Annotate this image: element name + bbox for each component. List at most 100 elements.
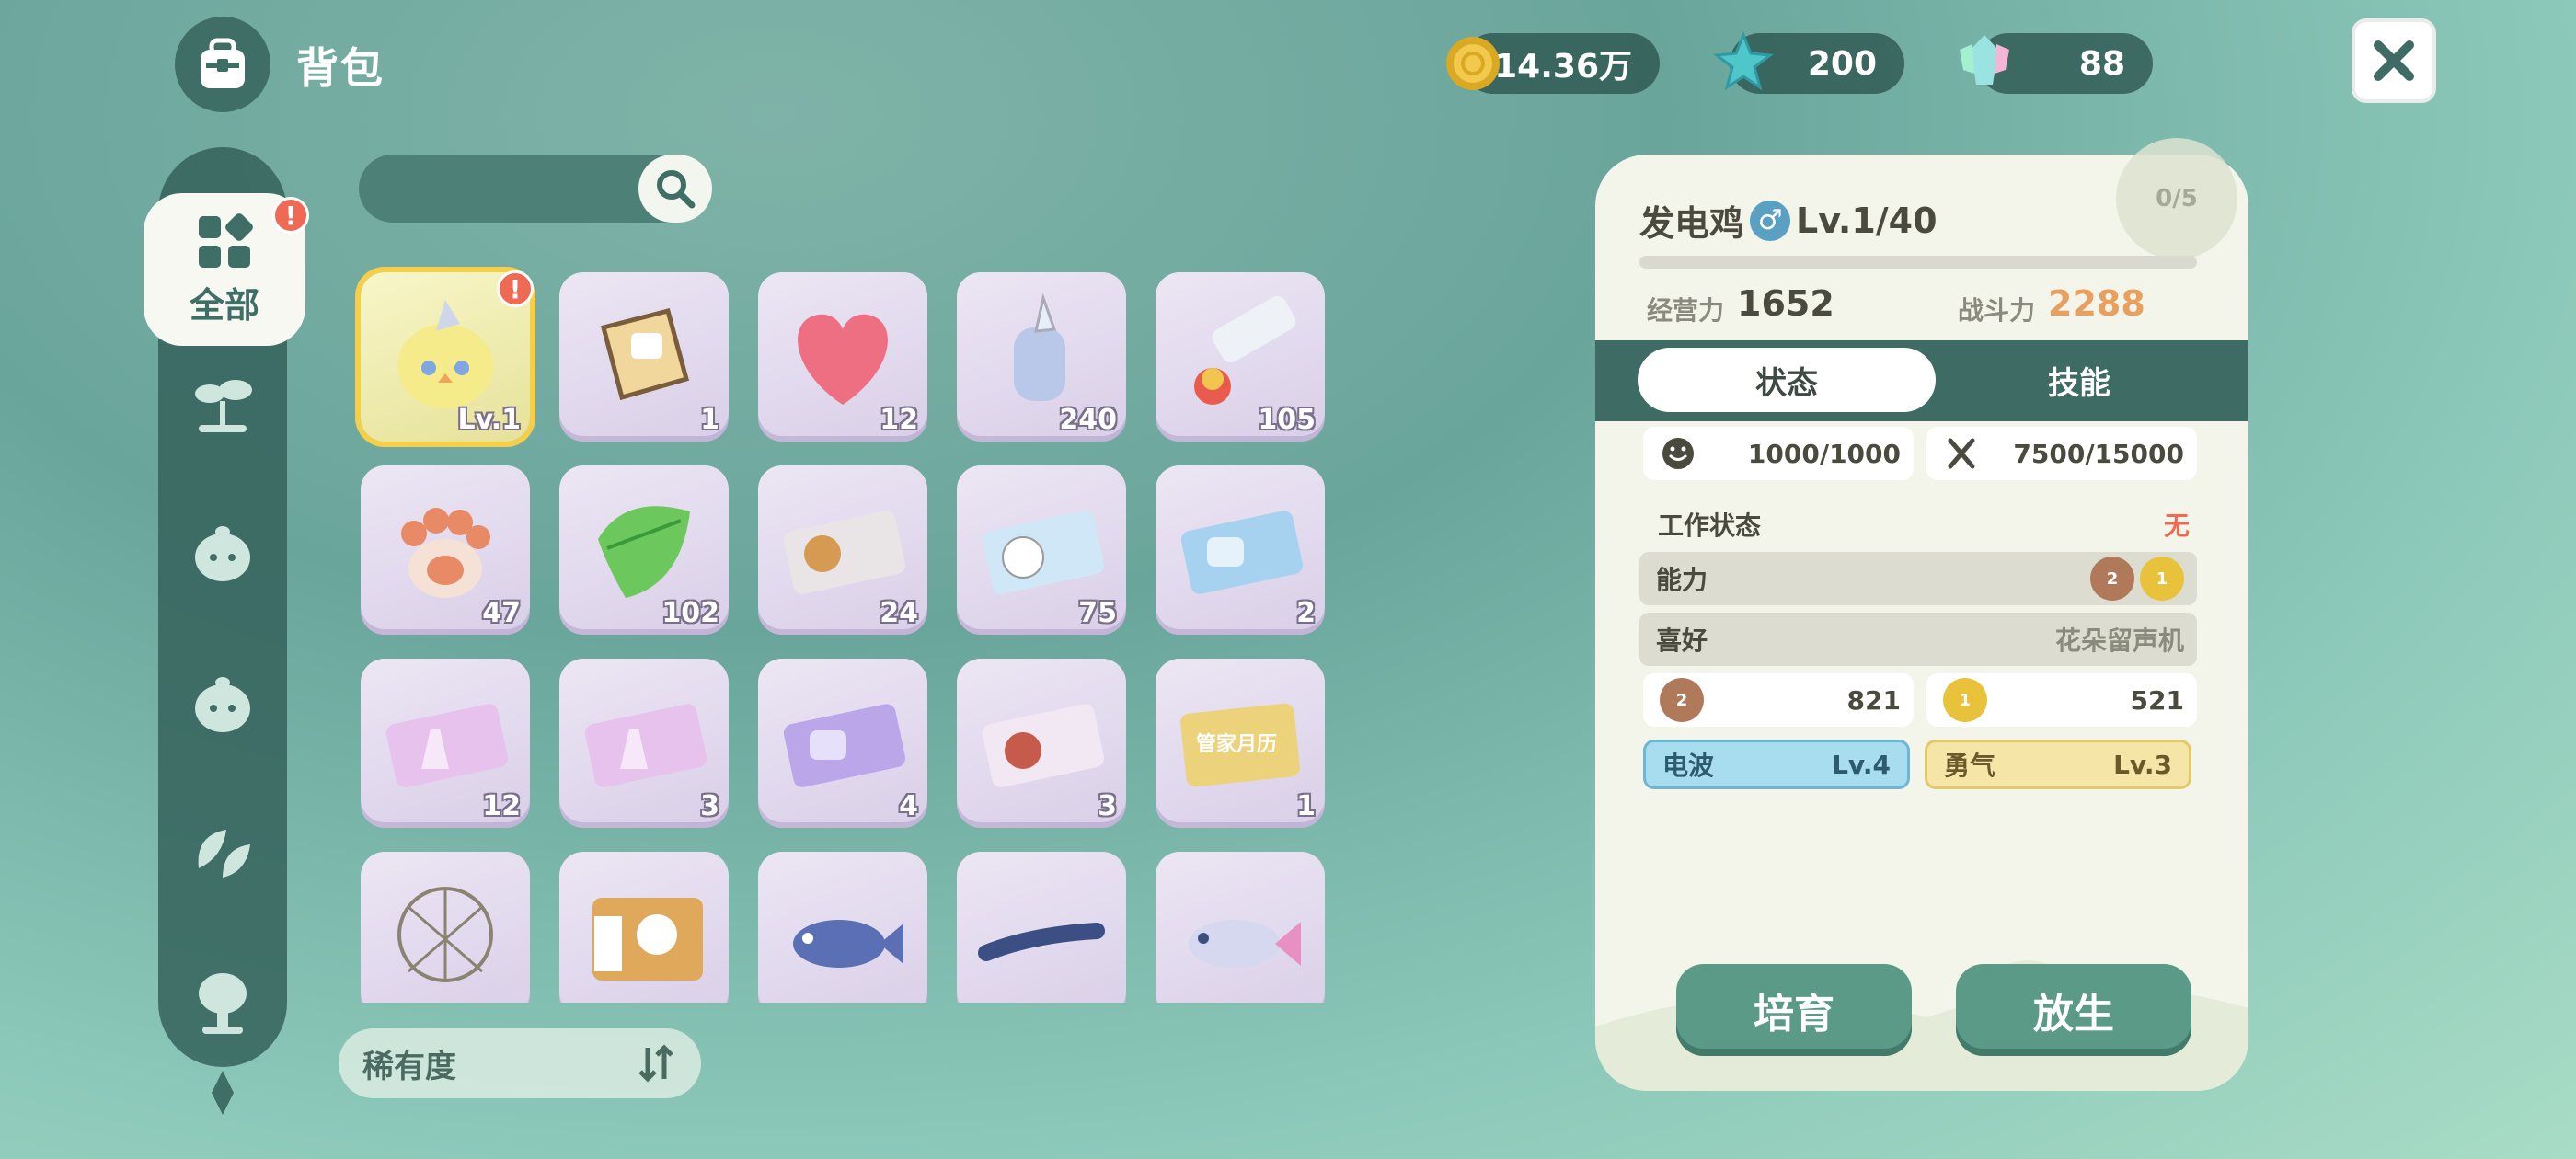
like-row: 喜好 花朵留声机 — [1639, 613, 2197, 666]
item-count: 102 — [661, 597, 719, 629]
item-slot[interactable] — [1156, 852, 1325, 1003]
fruit-count: 0/5 — [2156, 185, 2198, 212]
bun-alt-icon[interactable] — [177, 655, 269, 747]
combat-value: 2288 — [2048, 283, 2145, 324]
sort-button[interactable]: 稀有度 — [339, 1028, 701, 1098]
gold-card-text: 管家月历 — [1196, 732, 1277, 756]
tab-status[interactable]: 状态 — [1638, 348, 1936, 412]
chick-pet-icon — [397, 300, 493, 408]
gold-coin-icon — [1444, 35, 1501, 96]
trait1-level: Lv.4 — [1832, 749, 1891, 780]
paw-icon — [401, 508, 490, 598]
attr2-value: 521 — [2130, 684, 2184, 716]
horn-candy-icon — [1014, 293, 1065, 401]
category-all-label: 全部 — [189, 284, 259, 326]
item-slot[interactable]: 3 — [559, 659, 729, 828]
utensils-icon — [1948, 438, 1975, 469]
item-count: 47 — [482, 597, 521, 629]
item-count: 3 — [1098, 790, 1117, 822]
male-icon: ♂ — [1750, 200, 1791, 241]
cat-box-icon — [600, 307, 690, 401]
rail-ornament-icon — [197, 1067, 248, 1122]
item-slot[interactable]: 12 — [758, 272, 927, 442]
attr1-icon: 2 — [1660, 678, 1704, 722]
item-grid: Lv.1 1 12 240 105 47 102 24 75 2 12 3 4 … — [353, 267, 1332, 1003]
work-label: 工作状态 — [1658, 511, 1762, 541]
tuna-icon — [1189, 920, 1301, 968]
item-slot[interactable]: 24 — [758, 465, 927, 635]
ticket-pink-dress-alt-icon — [584, 704, 707, 787]
item-slot[interactable] — [361, 852, 530, 1003]
trait-courage[interactable]: 勇气 Lv.3 — [1925, 740, 2191, 789]
item-slot[interactable] — [758, 852, 927, 1003]
search-button[interactable] — [638, 155, 712, 223]
ticket-purple-sofa-icon — [783, 704, 906, 787]
page-title: 背包 — [296, 43, 385, 93]
combat-label: 战斗力 — [1958, 295, 2036, 326]
close-button[interactable] — [2352, 18, 2436, 103]
item-count: Lv.1 — [457, 404, 522, 436]
item-slot[interactable]: 102 — [559, 465, 729, 635]
like-label: 喜好 — [1656, 625, 1708, 656]
attr1-value: 821 — [1846, 684, 1901, 716]
item-slot[interactable]: 240 — [957, 272, 1126, 442]
close-icon — [2374, 40, 2414, 81]
ability-badge-brown-icon: 2 — [2090, 557, 2134, 601]
search-icon — [657, 170, 696, 209]
ticket-brown-icon — [783, 511, 906, 594]
net-icon — [397, 887, 493, 982]
gold-amount: 14.36万 — [1494, 48, 1632, 86]
ticket-helmet-icon — [982, 704, 1105, 787]
sprout-icon[interactable] — [177, 355, 269, 447]
item-count: 1 — [1296, 790, 1316, 822]
item-slot[interactable]: 12 — [361, 659, 530, 828]
crystal-icon — [1952, 29, 2017, 98]
blue-fish-icon — [793, 920, 903, 968]
item-slot[interactable]: 2 — [1156, 465, 1325, 635]
tree-icon[interactable] — [177, 957, 269, 1049]
item-slot[interactable]: 管家月历 1 — [1156, 659, 1325, 828]
gold-card-icon: 管家月历 — [1180, 703, 1300, 787]
item-slot[interactable] — [957, 852, 1126, 1003]
item-count: 4 — [899, 790, 918, 822]
green-leaf-icon — [598, 506, 690, 598]
attr2-stat: 1 521 — [1926, 673, 2197, 727]
release-button[interactable]: 放生 — [1956, 964, 2191, 1056]
item-slot[interactable]: 4 — [758, 659, 927, 828]
ability-label: 能力 — [1656, 565, 1708, 595]
item-count: 12 — [482, 790, 521, 822]
item-slot[interactable]: 1 — [559, 272, 729, 442]
trait1-name: 电波 — [1662, 751, 1715, 781]
bun-icon[interactable] — [177, 504, 269, 596]
leaf-icon[interactable] — [177, 808, 269, 900]
item-slot[interactable] — [559, 852, 729, 1003]
grid-icon — [199, 212, 253, 268]
trait-electric[interactable]: 电波 Lv.4 — [1643, 740, 1910, 789]
attr2-icon: 1 — [1943, 678, 1987, 722]
eel-icon — [978, 923, 1105, 961]
item-alert-badge: ! — [497, 270, 534, 307]
fruit-counter: 0/5 — [2116, 138, 2237, 259]
tube-icon — [1194, 295, 1296, 405]
trait2-level: Lv.3 — [2113, 749, 2172, 780]
item-slot[interactable]: 3 — [957, 659, 1126, 828]
like-value: 花朵留声机 — [2054, 625, 2184, 656]
business-label: 经营力 — [1647, 295, 1725, 326]
work-value: 无 — [2164, 511, 2191, 541]
item-slot[interactable]: 75 — [957, 465, 1126, 635]
backpack-icon — [175, 17, 270, 112]
ability-row: 能力 2 1 — [1639, 552, 2197, 605]
food-value: 7500/15000 — [2013, 438, 2184, 469]
category-alert-badge: ! — [272, 197, 309, 234]
pet-level: Lv.1/40 — [1796, 200, 1938, 241]
item-slot[interactable]: 105 — [1156, 272, 1325, 442]
piano-ticket-icon — [592, 898, 703, 981]
item-count: 240 — [1059, 404, 1117, 436]
sort-label: 稀有度 — [362, 1048, 456, 1085]
item-slot[interactable]: 47 — [361, 465, 530, 635]
tab-skills[interactable]: 技能 — [1941, 348, 2217, 412]
level-progress-bar — [1639, 256, 2197, 269]
cultivate-button[interactable]: 培育 — [1676, 964, 1912, 1056]
ability-badge-lightning-icon: 1 — [2140, 557, 2184, 601]
item-count: 12 — [880, 404, 918, 436]
